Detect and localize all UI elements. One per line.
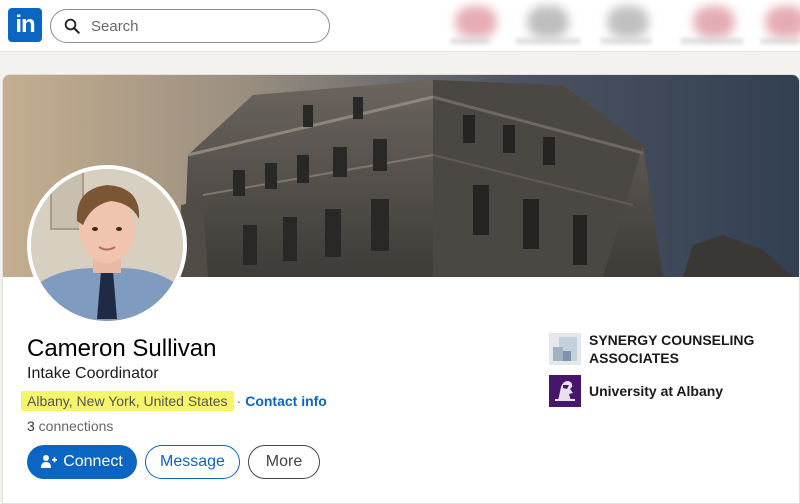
nav-label-blurred [600,38,652,44]
profile-location: Albany, New York, United States [21,391,234,411]
connections-number: 3 [27,418,35,434]
more-label: More [265,453,303,470]
current-company[interactable]: SYNERGY COUNSELING ASSOCIATES [549,331,759,367]
education[interactable]: University at Albany [549,375,759,407]
separator-dot: · [236,393,242,409]
connect-label: Connect [63,453,123,470]
linkedin-logo-icon[interactable]: in [8,8,42,42]
nav-icon-blurred[interactable] [527,6,569,38]
connections-label: connections [34,418,114,434]
nav-icon-blurred[interactable] [607,6,649,38]
nav-icon-blurred[interactable] [693,6,735,38]
profile-headline: Intake Coordinator [27,365,159,382]
top-nav-bar: in [0,0,800,52]
company-name: SYNERGY COUNSELING ASSOCIATES [589,332,755,366]
profile-photo-frame[interactable] [27,165,187,325]
connections-count[interactable]: 3 connections [27,418,113,434]
search-icon [64,18,80,34]
profile-photo[interactable] [31,169,183,321]
nav-label-blurred [680,38,744,44]
profile-name: Cameron Sullivan [27,335,217,362]
search-box[interactable] [50,9,330,43]
search-input[interactable] [91,17,311,35]
connect-button[interactable]: Connect [27,445,137,479]
contact-info-link[interactable]: Contact info [245,393,327,409]
message-label: Message [160,453,225,470]
nav-icon-blurred[interactable] [455,6,497,38]
message-button[interactable]: Message [145,445,240,479]
add-person-icon [41,455,58,468]
nav-label-blurred [450,38,490,44]
more-button[interactable]: More [248,445,320,479]
university-name: University at Albany [589,383,724,399]
nav-icon-blurred[interactable] [765,6,800,38]
location-row: Albany, New York, United States · Contac… [21,389,327,413]
profile-card: Cameron Sullivan Intake Coordinator Alba… [2,74,800,504]
person-photo-illustration [31,169,183,321]
nav-label-blurred [760,38,800,44]
university-logo-icon [549,375,581,407]
company-logo-icon [549,333,581,365]
nav-label-blurred [515,38,581,44]
